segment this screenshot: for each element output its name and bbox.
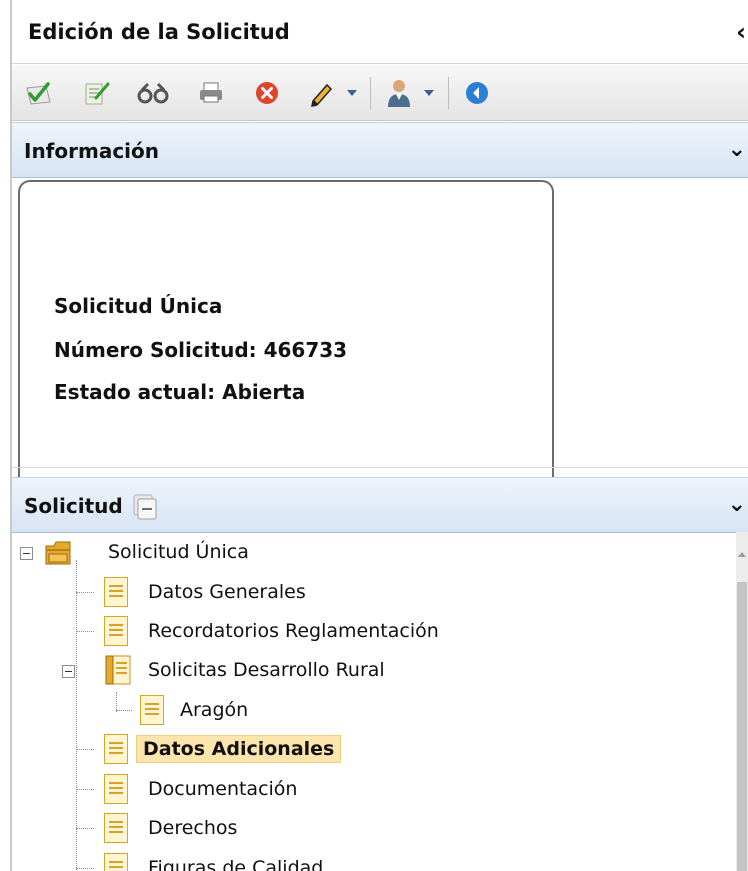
tree-connector [116,710,132,711]
tree-node-derechos[interactable]: Derechos [104,810,243,846]
tree-panel-title-text: Solicitud [24,494,123,518]
folder-icon [42,536,76,568]
tree-connector [76,789,94,790]
tree-connector [76,592,94,593]
toolbar [12,65,748,121]
check-document-icon[interactable] [20,75,58,111]
tree-node-label: Aragón [180,699,249,721]
tree-node-label: Recordatorios Reglamentación [148,620,439,642]
cancel-icon[interactable] [248,75,286,111]
collapse-all-icon[interactable] [132,494,158,525]
open-book-icon [104,654,132,686]
tree-node-recordatorios[interactable]: Recordatorios Reglamentación [104,613,445,649]
tree-node-figuras-calidad[interactable]: Figuras de Calidad [104,850,329,871]
tree-node-datos-generales[interactable]: Datos Generales [104,574,312,610]
collapse-panel-icon[interactable]: ‹ [736,18,746,46]
tree-connector [76,560,77,871]
title-bar: Edición de la Solicitud ‹ [12,0,748,64]
document-icon [104,774,128,804]
user-dropdown-arrow-icon[interactable] [424,90,434,96]
info-card: Solicitud Única Número Solicitud: 466733… [18,180,554,480]
document-icon [104,616,128,646]
search-binoculars-icon[interactable] [134,75,172,111]
info-panel-header[interactable]: Información ⌄ [12,122,748,178]
request-tree: Solicitud Única Datos Generales Recordat… [12,532,736,871]
tree-node-aragon[interactable]: Aragón [140,692,254,728]
tree-node-label: Figuras de Calidad [148,857,324,871]
tree-connector [76,749,94,750]
document-icon [104,577,128,607]
tree-connector [116,692,117,712]
info-panel-title: Información [24,139,160,163]
collapse-node-icon[interactable] [62,665,75,678]
tree-panel-title: Solicitud [24,494,158,525]
info-request-type: Solicitud Única [54,294,223,318]
tree-node-documentacion[interactable]: Documentación [104,771,303,807]
tree-node-label-selected: Datos Adicionales [136,735,342,763]
tree-connector [76,828,94,829]
tree-node-datos-adicionales[interactable]: Datos Adicionales [104,731,342,767]
tree-scrollbar[interactable] [736,532,748,871]
chevron-down-icon[interactable]: ⌄ [728,137,746,162]
collapse-node-icon[interactable] [20,547,33,560]
tree-node-label: Documentación [148,778,298,800]
divider [12,467,748,468]
document-icon [104,734,128,764]
info-request-number: Número Solicitud: 466733 [54,338,348,362]
tree-node-desarrollo-rural[interactable]: Solicitas Desarrollo Rural [104,652,391,688]
scrollbar-thumb[interactable] [737,582,747,871]
document-icon [104,853,128,871]
scroll-up-arrow-icon[interactable] [738,552,746,557]
document-icon [104,813,128,843]
info-request-status: Estado actual: Abierta [54,380,306,404]
tree-panel-header[interactable]: Solicitud ⌄ [12,477,748,533]
tree-connector [76,868,94,869]
tree-connector [76,631,94,632]
pencil-dropdown-arrow-icon[interactable] [347,90,357,96]
tree-node-label: Solicitud Única [108,541,249,563]
user-icon[interactable] [380,75,418,111]
print-icon[interactable] [192,75,230,111]
tree-node-label: Derechos [148,817,238,839]
pencil-icon[interactable] [302,75,340,111]
document-icon [140,695,164,725]
toolbar-separator [370,77,371,109]
edit-document-icon[interactable] [78,75,116,111]
tree-node-label: Datos Generales [148,581,306,603]
chevron-down-icon[interactable]: ⌄ [728,492,746,517]
back-icon[interactable] [458,75,496,111]
tree-node-root[interactable]: Solicitud Única [42,534,255,570]
tree-node-label: Solicitas Desarrollo Rural [148,659,385,681]
window-title: Edición de la Solicitud [28,20,290,44]
toolbar-separator [448,77,449,109]
